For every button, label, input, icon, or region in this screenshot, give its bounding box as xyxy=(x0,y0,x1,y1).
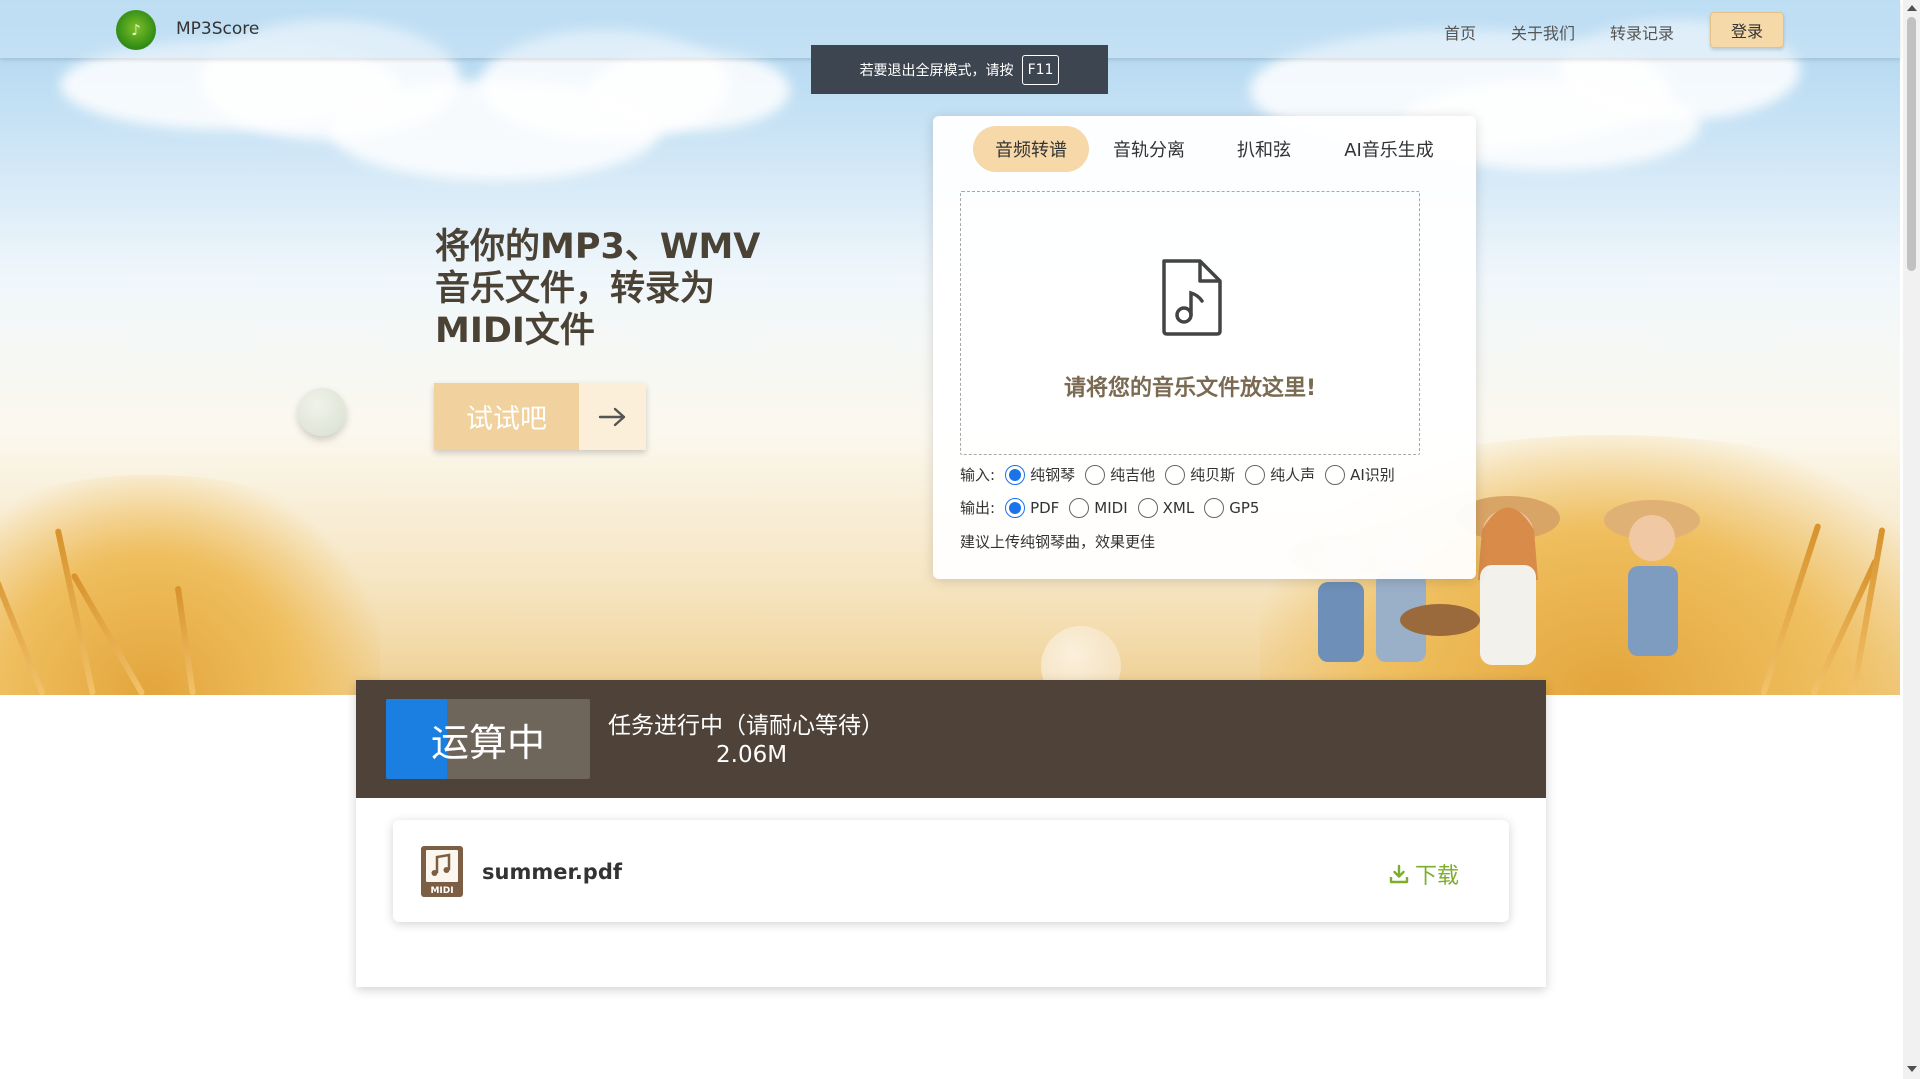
radio-output-xml-label[interactable]: XML xyxy=(1163,499,1195,517)
logo-icon[interactable]: ♪ xyxy=(116,10,156,50)
radio-input-bass[interactable] xyxy=(1165,464,1186,485)
try-button[interactable]: 试试吧 xyxy=(434,383,646,450)
radio-input-vocal-label[interactable]: 纯人声 xyxy=(1270,464,1315,485)
scrollbar-thumb[interactable] xyxy=(1907,17,1916,271)
radio-output-gp5[interactable] xyxy=(1204,497,1225,518)
upload-card: 音频转谱 音轨分离 扒和弦 AI音乐生成 请将您的音乐文件放这里! 输入: 纯钢… xyxy=(933,116,1476,579)
tab-ai-music[interactable]: AI音乐生成 xyxy=(1319,126,1459,172)
nav-history[interactable]: 转录记录 xyxy=(1610,20,1674,44)
radio-output-pdf-label[interactable]: PDF xyxy=(1030,499,1059,517)
radio-input-ai[interactable] xyxy=(1325,464,1346,485)
radio-output-midi[interactable] xyxy=(1069,497,1090,518)
input-label: 输入: xyxy=(960,466,996,484)
try-button-label: 试试吧 xyxy=(434,383,579,450)
fullscreen-key: F11 xyxy=(1021,54,1060,85)
radio-output-xml[interactable] xyxy=(1137,497,1158,518)
upload-tip: 建议上传纯钢琴曲，效果更佳 xyxy=(960,533,1156,551)
hero-title: 将你的MP3、WMV音乐文件，转录为MIDI文件 xyxy=(435,227,761,351)
download-button[interactable]: 下载 xyxy=(1389,858,1459,890)
output-options: 输出: PDF MIDI XML GP5 xyxy=(960,497,1259,518)
fullscreen-hint-text: 若要退出全屏模式，请按 xyxy=(859,62,1014,79)
tab-chord-extract[interactable]: 扒和弦 xyxy=(1219,126,1309,172)
tab-audio-transcribe[interactable]: 音频转谱 xyxy=(973,126,1089,172)
decorative-ball xyxy=(298,388,346,436)
radio-input-piano[interactable] xyxy=(1005,464,1026,485)
input-options: 输入: 纯钢琴 纯吉他 纯贝斯 纯人声 AI识别 xyxy=(960,464,1395,485)
radio-output-midi-label[interactable]: MIDI xyxy=(1094,499,1127,517)
music-file-icon xyxy=(1162,259,1222,336)
radio-input-guitar[interactable] xyxy=(1085,464,1106,485)
arrow-right-icon xyxy=(579,383,646,450)
radio-input-piano-label[interactable]: 纯钢琴 xyxy=(1030,464,1075,485)
task-message: 任务进行中（请耐心等待） xyxy=(608,713,884,739)
result-file-item: MIDI summer.pdf 下载 xyxy=(393,820,1509,922)
result-file-name: summer.pdf xyxy=(482,860,622,884)
radio-output-gp5-label[interactable]: GP5 xyxy=(1229,499,1259,517)
radio-output-pdf[interactable] xyxy=(1005,497,1026,518)
radio-input-vocal[interactable] xyxy=(1245,464,1266,485)
nav-home[interactable]: 首页 xyxy=(1444,20,1476,44)
page-scrollbar[interactable] xyxy=(1903,0,1920,1079)
radio-input-bass-label[interactable]: 纯贝斯 xyxy=(1190,464,1235,485)
progress-status: 运算中 xyxy=(430,720,545,765)
dropzone-text: 请将您的音乐文件放这里! xyxy=(1063,376,1317,401)
login-button[interactable]: 登录 xyxy=(1710,12,1784,48)
scroll-up-arrow-icon[interactable] xyxy=(1907,5,1917,11)
output-label: 输出: xyxy=(960,499,996,517)
task-file-size: 2.06M xyxy=(716,742,788,768)
progress-indicator: 运算中 xyxy=(386,699,590,779)
midi-file-icon: MIDI xyxy=(421,846,463,897)
file-dropzone[interactable]: 请将您的音乐文件放这里! xyxy=(960,191,1420,455)
tab-track-separation[interactable]: 音轨分离 xyxy=(1099,126,1199,172)
download-icon xyxy=(1389,864,1409,884)
radio-input-guitar-label[interactable]: 纯吉他 xyxy=(1110,464,1155,485)
nav-about[interactable]: 关于我们 xyxy=(1511,20,1575,44)
brand-name[interactable]: MP3Score xyxy=(176,19,259,39)
download-label: 下载 xyxy=(1415,864,1460,889)
radio-input-ai-label[interactable]: AI识别 xyxy=(1350,464,1395,485)
scroll-down-arrow-icon[interactable] xyxy=(1907,1066,1917,1072)
task-panel: 运算中 任务进行中（请耐心等待） 2.06M MIDI summer.pdf 下… xyxy=(356,680,1546,987)
midi-file-icon-label: MIDI xyxy=(430,886,453,896)
page: ♪ MP3Score 首页 关于我们 转录记录 登录 若要退出全屏模式，请按 F… xyxy=(0,0,1920,1079)
task-status-bar: 运算中 任务进行中（请耐心等待） 2.06M xyxy=(356,680,1546,798)
fullscreen-hint: 若要退出全屏模式，请按 F11 xyxy=(811,45,1108,94)
